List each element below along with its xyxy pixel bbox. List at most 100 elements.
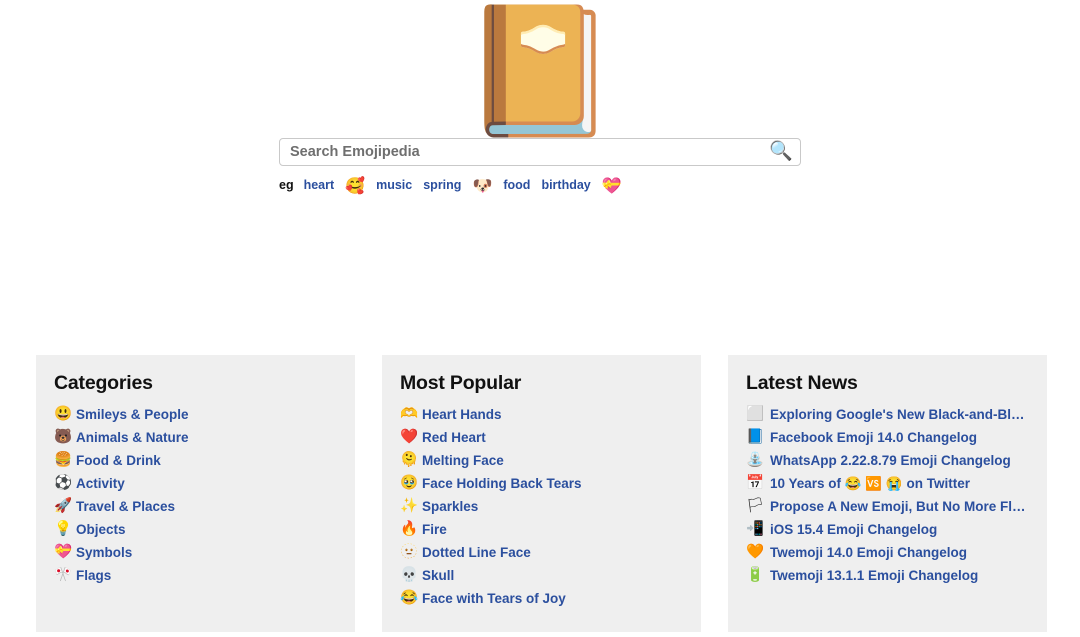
panel-row: Categories 😃 Smileys & People 🐻 Animals & N… bbox=[36, 355, 1048, 632]
example-link-heart[interactable]: heart bbox=[304, 178, 335, 192]
list-item[interactable]: 🫠 Melting Face bbox=[400, 449, 683, 472]
category-list: 😃 Smileys & People 🐻 Animals & Nature 🍔 Food … bbox=[54, 403, 337, 587]
calendar-icon: 📅 bbox=[746, 475, 765, 491]
list-item-link[interactable]: iOS 15.4 Emoji Changelog bbox=[770, 522, 937, 537]
panel-latest-news: Latest News ⬜ Exploring Google's New Blac… bbox=[728, 355, 1047, 632]
dog-face-icon[interactable]: 🐶 bbox=[472, 178, 492, 195]
list-item[interactable]: 🎌 Flags bbox=[54, 564, 337, 587]
red-heart-icon: ❤️ bbox=[400, 429, 419, 445]
list-item[interactable]: 😂 Face with Tears of Joy bbox=[400, 587, 683, 610]
example-link-birthday[interactable]: birthday bbox=[541, 178, 590, 192]
list-item-link[interactable]: Facebook Emoji 14.0 Changelog bbox=[770, 430, 977, 445]
list-item-link[interactable]: WhatsApp 2.22.8.79 Emoji Changelog bbox=[770, 453, 1011, 468]
list-item[interactable]: 🍔 Food & Drink bbox=[54, 449, 337, 472]
list-item[interactable]: ⛲ WhatsApp 2.22.8.79 Emoji Changelog bbox=[746, 449, 1029, 472]
list-item-link[interactable]: Fire bbox=[422, 522, 447, 537]
orange-heart-icon: 🧡 bbox=[746, 544, 765, 560]
search-input[interactable] bbox=[279, 137, 801, 166]
crossed-flags-icon: 🎌 bbox=[54, 567, 73, 583]
mobile-phone-with-arrow-icon: 📲 bbox=[746, 521, 765, 537]
list-item-link[interactable]: Heart Hands bbox=[422, 407, 502, 422]
list-item-link[interactable]: Twemoji 13.1.1 Emoji Changelog bbox=[770, 568, 978, 583]
list-item-link[interactable]: Skull bbox=[422, 568, 454, 583]
soccer-ball-icon: ⚽ bbox=[54, 475, 73, 491]
face-holding-back-tears-icon: 🥹 bbox=[400, 475, 419, 491]
sparkles-icon: ✨ bbox=[400, 498, 419, 514]
list-item[interactable]: 🔥 Fire bbox=[400, 518, 683, 541]
list-item[interactable]: ✨ Sparkles bbox=[400, 495, 683, 518]
hamburger-icon: 🍔 bbox=[54, 452, 73, 468]
panel-title-latest-news: Latest News bbox=[746, 372, 858, 394]
list-item[interactable]: 🏳 Propose A New Emoji, But No More Fl… bbox=[746, 495, 1029, 518]
list-item[interactable]: 🥹 Face Holding Back Tears bbox=[400, 472, 683, 495]
melting-face-icon: 🫠 bbox=[400, 452, 419, 468]
white-flag-icon: 🏳 bbox=[746, 498, 765, 514]
list-item[interactable]: 📲 iOS 15.4 Emoji Changelog bbox=[746, 518, 1029, 541]
face-with-tears-of-joy-icon: 😂 bbox=[400, 590, 419, 606]
panel-most-popular: Most Popular 🫶 Heart Hands ❤️ Red Heart 🫠 Mel… bbox=[382, 355, 701, 632]
list-item[interactable]: 😃 Smileys & People bbox=[54, 403, 337, 426]
grinning-face-with-big-eyes-icon: 😃 bbox=[54, 406, 73, 422]
list-item-link[interactable]: Food & Drink bbox=[76, 453, 161, 468]
rocket-icon: 🚀 bbox=[54, 498, 73, 514]
example-searches: eg heart 🥰 music spring 🐶 food birthday 💝 bbox=[279, 176, 801, 196]
list-item-link[interactable]: Dotted Line Face bbox=[422, 545, 531, 560]
list-item[interactable]: 📅 10 Years of 😂 🆚 😭 on Twitter bbox=[746, 472, 1029, 495]
magnifying-glass-icon[interactable]: 🔍 bbox=[769, 140, 793, 164]
search-bar: 🔍 bbox=[279, 137, 801, 168]
white-large-square-icon: ⬜ bbox=[746, 406, 765, 422]
heart-with-ribbon-icon: 💝 bbox=[54, 544, 73, 560]
list-item[interactable]: 💝 Symbols bbox=[54, 541, 337, 564]
list-item[interactable]: 🧡 Twemoji 14.0 Emoji Changelog bbox=[746, 541, 1029, 564]
hero-section: 📔 bbox=[0, 0, 1080, 138]
most-popular-list: 🫶 Heart Hands ❤️ Red Heart 🫠 Melting Face 🥹 Fac… bbox=[400, 403, 683, 610]
example-link-spring[interactable]: spring bbox=[423, 178, 461, 192]
list-item-link[interactable]: Travel & Places bbox=[76, 499, 175, 514]
example-label: eg bbox=[279, 177, 294, 192]
dotted-line-face-icon: 🫥 bbox=[400, 544, 419, 560]
light-bulb-icon: 💡 bbox=[54, 521, 73, 537]
list-item-link[interactable]: Exploring Google's New Black-and-Bl… bbox=[770, 407, 1025, 422]
fountain-icon: ⛲ bbox=[746, 452, 765, 468]
bear-face-icon: 🐻 bbox=[54, 429, 73, 445]
list-item[interactable]: 💀 Skull bbox=[400, 564, 683, 587]
list-item[interactable]: 🫶 Heart Hands bbox=[400, 403, 683, 426]
list-item[interactable]: ⚽ Activity bbox=[54, 472, 337, 495]
fire-icon: 🔥 bbox=[400, 521, 419, 537]
list-item-link[interactable]: Animals & Nature bbox=[76, 430, 189, 445]
list-item-link[interactable]: Face Holding Back Tears bbox=[422, 476, 582, 491]
list-item[interactable]: 🔋 Twemoji 13.1.1 Emoji Changelog bbox=[746, 564, 1029, 587]
list-item-link[interactable]: 10 Years of 😂 🆚 😭 on Twitter bbox=[770, 476, 970, 491]
list-item[interactable]: 🐻 Animals & Nature bbox=[54, 426, 337, 449]
panel-title-categories: Categories bbox=[54, 372, 153, 394]
latest-news-list: ⬜ Exploring Google's New Black-and-Bl… 📘 Fa… bbox=[746, 403, 1029, 587]
list-item[interactable]: 💡 Objects bbox=[54, 518, 337, 541]
example-link-food[interactable]: food bbox=[503, 178, 530, 192]
example-link-music[interactable]: music bbox=[376, 178, 412, 192]
heart-hands-icon: 🫶 bbox=[400, 406, 419, 422]
list-item-link[interactable]: Objects bbox=[76, 522, 126, 537]
panel-title-most-popular: Most Popular bbox=[400, 372, 522, 394]
list-item[interactable]: 📘 Facebook Emoji 14.0 Changelog bbox=[746, 426, 1029, 449]
list-item-link[interactable]: Twemoji 14.0 Emoji Changelog bbox=[770, 545, 967, 560]
list-item[interactable]: 🫥 Dotted Line Face bbox=[400, 541, 683, 564]
list-item-link[interactable]: Activity bbox=[76, 476, 125, 491]
list-item-link[interactable]: Propose A New Emoji, But No More Fl… bbox=[770, 499, 1026, 514]
battery-icon: 🔋 bbox=[746, 567, 765, 583]
list-item[interactable]: ❤️ Red Heart bbox=[400, 426, 683, 449]
blue-book-icon: 📘 bbox=[746, 429, 765, 445]
list-item-link[interactable]: Smileys & People bbox=[76, 407, 189, 422]
smiling-face-with-hearts-icon[interactable]: 🥰 bbox=[345, 178, 365, 195]
list-item-link[interactable]: Face with Tears of Joy bbox=[422, 591, 566, 606]
list-item-link[interactable]: Sparkles bbox=[422, 499, 478, 514]
list-item-link[interactable]: Symbols bbox=[76, 545, 132, 560]
list-item[interactable]: 🚀 Travel & Places bbox=[54, 495, 337, 518]
skull-icon: 💀 bbox=[400, 567, 419, 583]
list-item-link[interactable]: Red Heart bbox=[422, 430, 486, 445]
list-item-link[interactable]: Flags bbox=[76, 568, 111, 583]
list-item-link[interactable]: Melting Face bbox=[422, 453, 504, 468]
panel-categories: Categories 😃 Smileys & People 🐻 Animals & N… bbox=[36, 355, 355, 632]
heart-with-ribbon-icon[interactable]: 💝 bbox=[602, 178, 622, 195]
list-item[interactable]: ⬜ Exploring Google's New Black-and-Bl… bbox=[746, 403, 1029, 426]
notebook-with-decorative-cover-icon[interactable]: 📔 bbox=[462, 4, 619, 138]
